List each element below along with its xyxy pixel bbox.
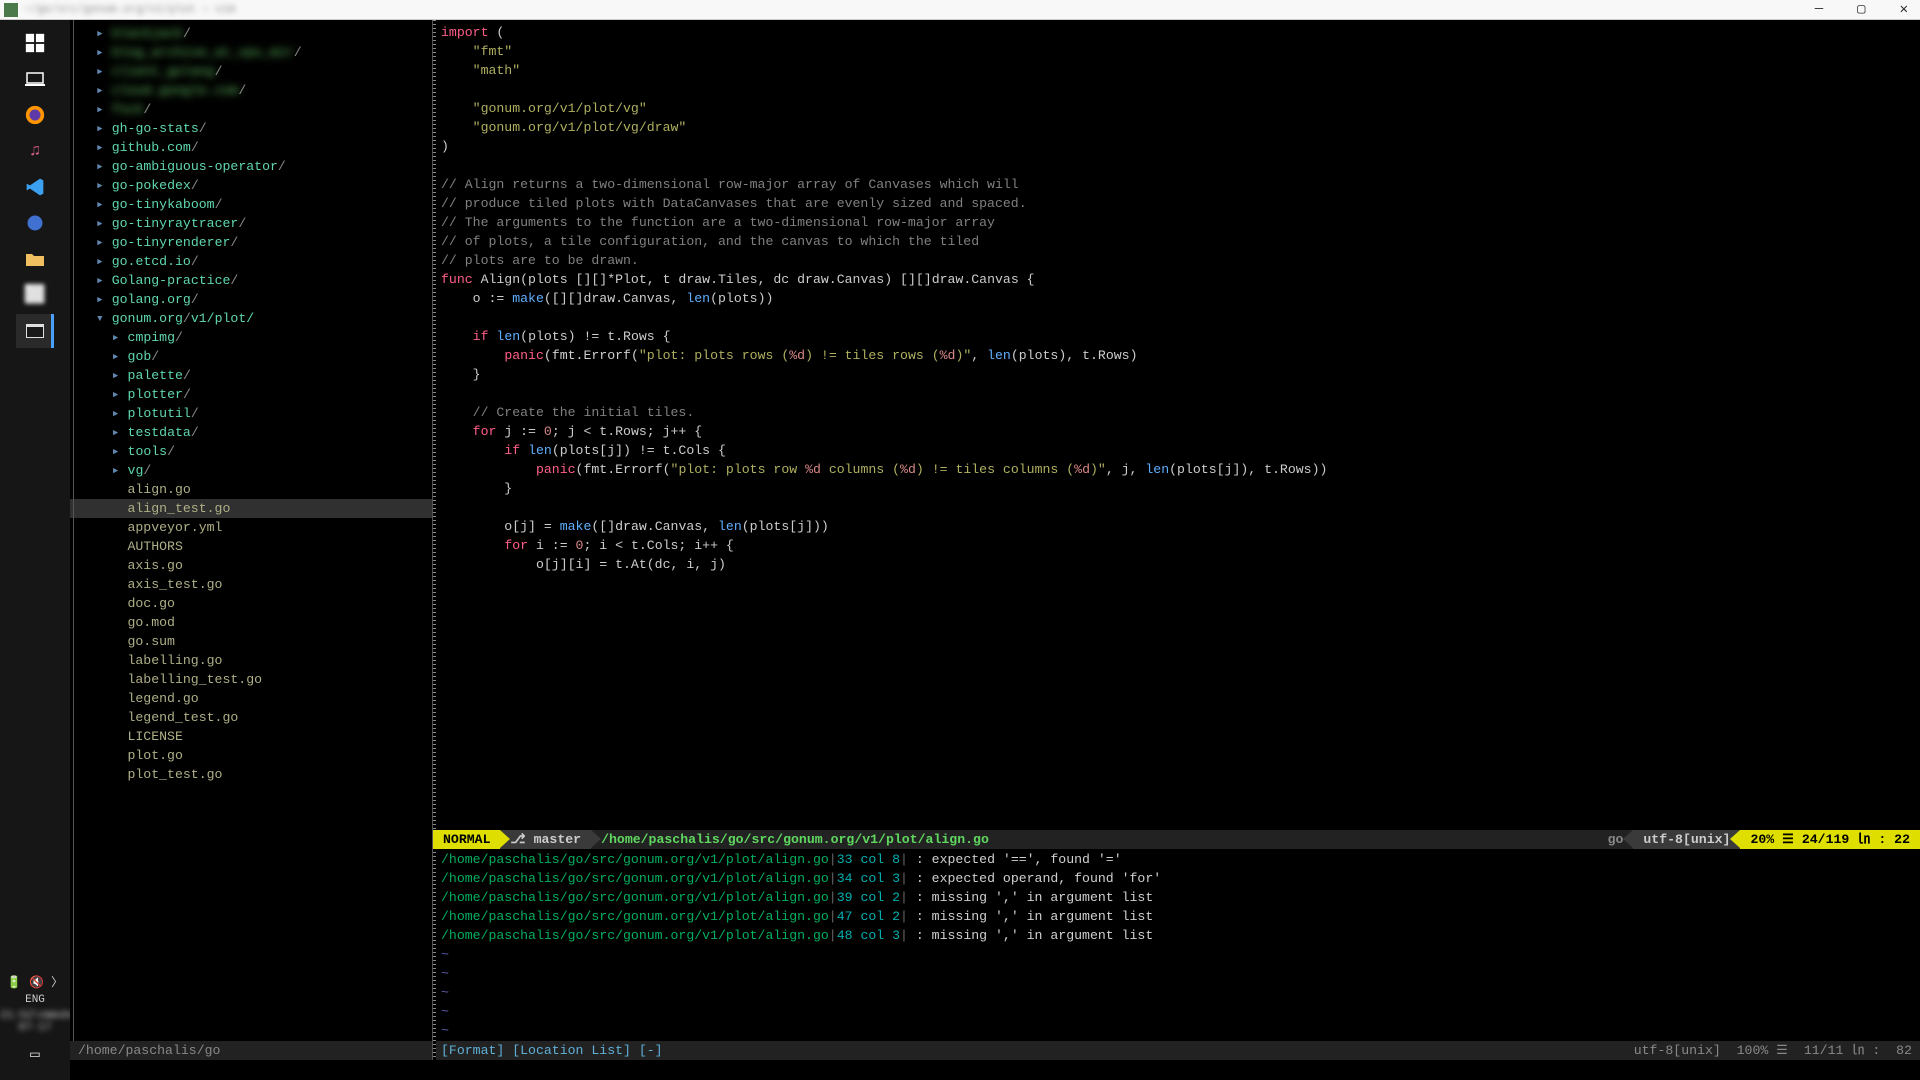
app-icon-4[interactable] bbox=[16, 206, 54, 240]
tree-folder[interactable]: ▸ vg/ bbox=[80, 461, 432, 480]
app-icon bbox=[4, 3, 18, 17]
tree-file[interactable]: axis.go bbox=[80, 556, 432, 575]
encoding: utf-8[unix] bbox=[1633, 830, 1740, 849]
tree-folder[interactable]: ▸ golang.org/ bbox=[80, 290, 432, 309]
code-editor[interactable]: import ( "fmt" "math" "gonum.org/v1/plot… bbox=[433, 20, 1920, 830]
tray-icons[interactable]: 🔋 🔇 〉 bbox=[0, 973, 70, 990]
quickfix-entry[interactable]: /home/paschalis/go/src/gonum.org/v1/plot… bbox=[441, 869, 1912, 888]
tree-file[interactable]: legend_test.go bbox=[80, 708, 432, 727]
firefox-icon[interactable] bbox=[16, 98, 54, 132]
command-line[interactable]: vim-go: func Errorf(format string, a ...… bbox=[70, 1060, 1920, 1080]
tree-file[interactable]: legend.go bbox=[80, 689, 432, 708]
vscode-icon[interactable] bbox=[16, 170, 54, 204]
action-center-icon[interactable]: ▭ bbox=[0, 1044, 70, 1064]
titlebar-text: ~/go/src/gonum.org/v1/plot — vim bbox=[24, 4, 1807, 16]
tree-folder[interactable]: ▸ go.etcd.io/ bbox=[80, 252, 432, 271]
language-indicator[interactable]: ENG bbox=[0, 994, 70, 1006]
app-icon-6[interactable]: ⬜ bbox=[16, 278, 54, 312]
tree-folder[interactable]: ▸ blog_archive_at_vps_mir/ bbox=[80, 43, 432, 62]
minimize-button[interactable]: — bbox=[1807, 1, 1831, 18]
tree-file[interactable]: labelling.go bbox=[80, 651, 432, 670]
start-button[interactable] bbox=[16, 26, 54, 60]
app-icon-2[interactable]: ♫ bbox=[16, 134, 54, 168]
file-tree[interactable]: ▸ blackjack/ ▸ blog_archive_at_vps_mir/ … bbox=[70, 20, 432, 1060]
windows-icon bbox=[24, 32, 46, 54]
tree-file[interactable]: go.sum bbox=[80, 632, 432, 651]
quickfix-entry[interactable]: /home/paschalis/go/src/gonum.org/v1/plot… bbox=[441, 907, 1912, 926]
taskbar: ♫ ⬜ 🔋 🔇 〉 ENG 21:52\nWednesday\n2019-07-… bbox=[0, 20, 70, 1080]
tree-folder[interactable]: ▸ blackjack/ bbox=[80, 24, 432, 43]
clock[interactable]: 21:52\nWednesday\n2019-07-17 bbox=[0, 1010, 70, 1034]
tree-folder[interactable]: ▸ cmpimg/ bbox=[80, 328, 432, 347]
tree-folder[interactable]: ▸ go-tinyrenderer/ bbox=[80, 233, 432, 252]
tree-file[interactable]: go.mod bbox=[80, 613, 432, 632]
tree-folder[interactable]: ▸ plotutil/ bbox=[80, 404, 432, 423]
quickfix-entry[interactable]: /home/paschalis/go/src/gonum.org/v1/plot… bbox=[441, 850, 1912, 869]
tree-folder[interactable]: ▸ gob/ bbox=[80, 347, 432, 366]
tree-file[interactable]: plot_test.go bbox=[80, 765, 432, 784]
tree-folder[interactable]: ▸ tools/ bbox=[80, 442, 432, 461]
tree-folder[interactable]: ▸ testdata/ bbox=[80, 423, 432, 442]
window-titlebar: ~/go/src/gonum.org/v1/plot — vim — ▢ ✕ bbox=[0, 0, 1920, 20]
tree-folder[interactable]: ▸ github.com/ bbox=[80, 138, 432, 157]
tree-folder[interactable]: ▸ fsck/ bbox=[80, 100, 432, 119]
tree-file[interactable]: doc.go bbox=[80, 594, 432, 613]
file-path: /home/paschalis/go/src/gonum.org/v1/plot… bbox=[591, 830, 999, 849]
close-button[interactable]: ✕ bbox=[1892, 1, 1916, 18]
quickfix-statusline: [Format] [Location List] [-] utf-8[unix]… bbox=[433, 1041, 1920, 1060]
explorer-icon[interactable] bbox=[16, 242, 54, 276]
tree-file[interactable]: labelling_test.go bbox=[80, 670, 432, 689]
statusline: NORMAL ⎇ master /home/paschalis/go/src/g… bbox=[433, 830, 1920, 849]
tree-folder[interactable]: ▸ plotter/ bbox=[80, 385, 432, 404]
tree-folder[interactable]: ▸ gh-go-stats/ bbox=[80, 119, 432, 138]
tree-folder[interactable]: ▸ client_golang/ bbox=[80, 62, 432, 81]
quickfix-entry[interactable]: /home/paschalis/go/src/gonum.org/v1/plot… bbox=[441, 926, 1912, 945]
git-branch: ⎇ master bbox=[500, 830, 591, 849]
tree-folder[interactable]: ▸ go-pokedex/ bbox=[80, 176, 432, 195]
tree-folder[interactable]: ▸ cloud.google.com/ bbox=[80, 81, 432, 100]
maximize-button[interactable]: ▢ bbox=[1849, 1, 1873, 18]
tree-folder[interactable]: ▸ go-ambiguous-operator/ bbox=[80, 157, 432, 176]
tree-statusline: /home/paschalis/go bbox=[70, 1041, 432, 1060]
tree-file[interactable]: AUTHORS bbox=[80, 537, 432, 556]
tree-file[interactable]: LICENSE bbox=[80, 727, 432, 746]
terminal-icon[interactable] bbox=[16, 314, 54, 348]
quickfix-list[interactable]: /home/paschalis/go/src/gonum.org/v1/plot… bbox=[433, 849, 1920, 1041]
tree-folder[interactable]: ▾ gonum.org/v1/plot/ bbox=[80, 309, 432, 328]
tree-folder[interactable]: ▸ go-tinyraytracer/ bbox=[80, 214, 432, 233]
tree-file[interactable]: plot.go bbox=[80, 746, 432, 765]
tree-folder[interactable]: ▸ go-tinykaboom/ bbox=[80, 195, 432, 214]
tree-file[interactable]: align_test.go bbox=[70, 499, 432, 518]
taskview-icon[interactable] bbox=[16, 62, 54, 96]
tree-file[interactable]: axis_test.go bbox=[80, 575, 432, 594]
tree-file[interactable]: appveyor.yml bbox=[80, 518, 432, 537]
mode-indicator: NORMAL bbox=[433, 830, 500, 849]
quickfix-entry[interactable]: /home/paschalis/go/src/gonum.org/v1/plot… bbox=[441, 888, 1912, 907]
cursor-position: 20% ☰ 24/119 ㏑ : 22 bbox=[1740, 830, 1920, 849]
tree-file[interactable]: align.go bbox=[80, 480, 432, 499]
tree-folder[interactable]: ▸ palette/ bbox=[80, 366, 432, 385]
tree-folder[interactable]: ▸ Golang-practice/ bbox=[80, 271, 432, 290]
